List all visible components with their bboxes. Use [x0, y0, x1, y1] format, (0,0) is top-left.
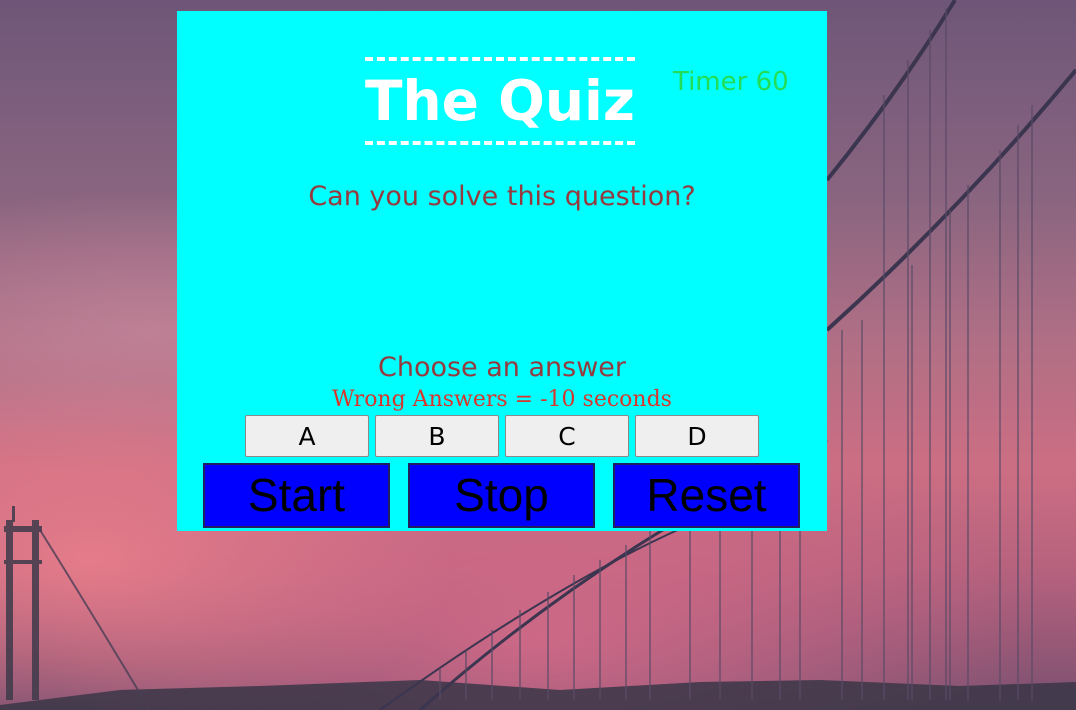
- timer-display: Timer 60: [673, 67, 789, 97]
- penalty-note: Wrong Answers = -10 seconds: [332, 387, 672, 412]
- quiz-panel: The Quiz Timer 60 Can you solve this que…: [177, 11, 827, 531]
- reset-button[interactable]: Reset: [613, 463, 800, 528]
- answer-buttons: A B C D: [245, 415, 759, 457]
- stop-button[interactable]: Stop: [408, 463, 595, 528]
- bridge-left-cable: [39, 529, 151, 710]
- question-text: Can you solve this question?: [308, 181, 696, 212]
- page-title: The Quiz: [365, 57, 635, 145]
- answer-b-button[interactable]: B: [375, 415, 499, 457]
- hills: [0, 680, 1076, 710]
- answer-prompt: Choose an answer: [377, 352, 627, 383]
- answer-a-button[interactable]: A: [245, 415, 369, 457]
- answer-c-button[interactable]: C: [505, 415, 629, 457]
- bridge-left-tower: [4, 506, 42, 700]
- answer-d-button[interactable]: D: [635, 415, 759, 457]
- control-buttons: Start Stop Reset: [203, 463, 800, 528]
- start-button[interactable]: Start: [203, 463, 390, 528]
